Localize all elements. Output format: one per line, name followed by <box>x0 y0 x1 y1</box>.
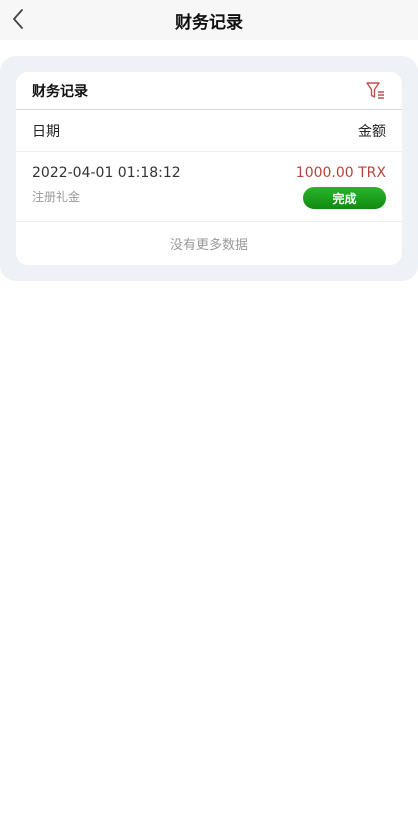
record-type: 注册礼金 <box>32 190 81 204</box>
records-panel: 财务记录 日期 金额 2022-04-01 01:18:12 注册礼金 1000… <box>0 56 418 281</box>
column-header-row: 日期 金额 <box>16 110 402 152</box>
table-row[interactable]: 2022-04-01 01:18:12 注册礼金 1000.00 TRX 完成 <box>16 152 402 222</box>
status-badge: 完成 <box>303 187 386 209</box>
column-header-amount: 金额 <box>358 123 386 140</box>
chevron-left-icon <box>13 9 23 29</box>
back-button[interactable] <box>4 4 32 34</box>
record-datetime: 2022-04-01 01:18:12 <box>32 165 181 181</box>
top-bar: 财务记录 <box>0 0 418 40</box>
records-card: 财务记录 日期 金额 2022-04-01 01:18:12 注册礼金 1000… <box>16 72 402 265</box>
filter-button[interactable] <box>366 81 386 101</box>
card-header: 财务记录 <box>16 72 402 110</box>
page-title: 财务记录 <box>175 12 243 33</box>
record-amount: 1000.00 TRX <box>295 165 386 181</box>
filter-icon <box>366 81 384 99</box>
no-more-data: 没有更多数据 <box>169 237 248 253</box>
card-title: 财务记录 <box>32 83 88 100</box>
column-header-date: 日期 <box>32 123 60 140</box>
